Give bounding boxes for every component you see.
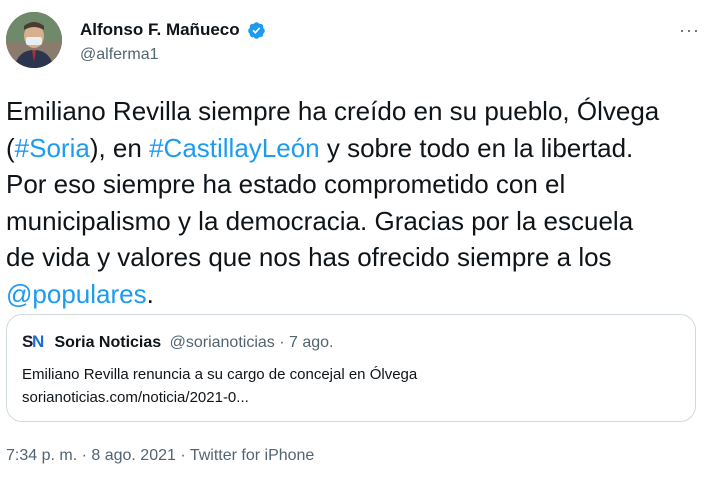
tweet-line: de vida y valores que nos has ofrecido s…: [6, 242, 612, 272]
quoted-tweet-link[interactable]: sorianoticias.com/noticia/2021-0...: [22, 389, 249, 406]
soria-noticias-logo-icon: SN: [22, 332, 45, 351]
hashtag-soria-link[interactable]: #Soria: [15, 133, 90, 163]
more-options-icon[interactable]: ···: [679, 20, 700, 41]
avatar[interactable]: [6, 12, 62, 68]
tweet-card: Alfonso F. Mañueco @alferma1 ··· Emilian…: [0, 0, 714, 481]
tweet-line: Emiliano Revilla siempre ha creído en su…: [6, 96, 660, 126]
quoted-tweet-header: SN Soria Noticias @sorianoticias · 7 ago…: [22, 332, 334, 352]
text-fragment: y sobre todo en la libertad.: [319, 132, 634, 163]
tweet-header: Alfonso F. Mañueco @alferma1 ···: [6, 12, 714, 76]
tweet-line: municipalismo y la democracia. Gracias p…: [6, 205, 634, 236]
tweet-line: Por eso siempre ha estado comprometido c…: [6, 169, 566, 199]
quoted-tweet-text: Emiliano Revilla renuncia a su cargo de …: [22, 366, 418, 383]
tweet-line: (#Soria), en #CastillayLeón y sobre todo…: [6, 130, 706, 167]
text-fragment: (: [6, 132, 15, 163]
mention-populares-link[interactable]: @populares: [6, 279, 147, 309]
tweet-text: Emiliano Revilla siempre ha creído en su…: [6, 93, 706, 312]
tweet-source[interactable]: Twitter for iPhone: [190, 447, 315, 464]
text-fragment: ), en: [89, 132, 150, 163]
tweet-timestamp[interactable]: 7:34 p. m. · 8 ago. 2021 ·: [6, 447, 190, 464]
hashtag-castillayleon-link[interactable]: #CastillayLeón: [149, 133, 320, 163]
quoted-author-name[interactable]: Soria Noticias: [54, 334, 161, 351]
author-handle[interactable]: @alferma1: [80, 46, 159, 64]
avatar-image: [6, 12, 62, 68]
author-name[interactable]: Alfonso F. Mañueco: [80, 20, 240, 40]
tweet-line: @populares.: [6, 276, 706, 313]
verified-badge-icon: [248, 21, 265, 39]
quoted-author-handle-date: @sorianoticias · 7 ago.: [169, 334, 334, 351]
quoted-tweet[interactable]: SN Soria Noticias @sorianoticias · 7 ago…: [6, 314, 696, 422]
text-fragment: .: [146, 278, 154, 309]
tweet-footer: 7:34 p. m. · 8 ago. 2021 · Twitter for i…: [6, 447, 314, 465]
